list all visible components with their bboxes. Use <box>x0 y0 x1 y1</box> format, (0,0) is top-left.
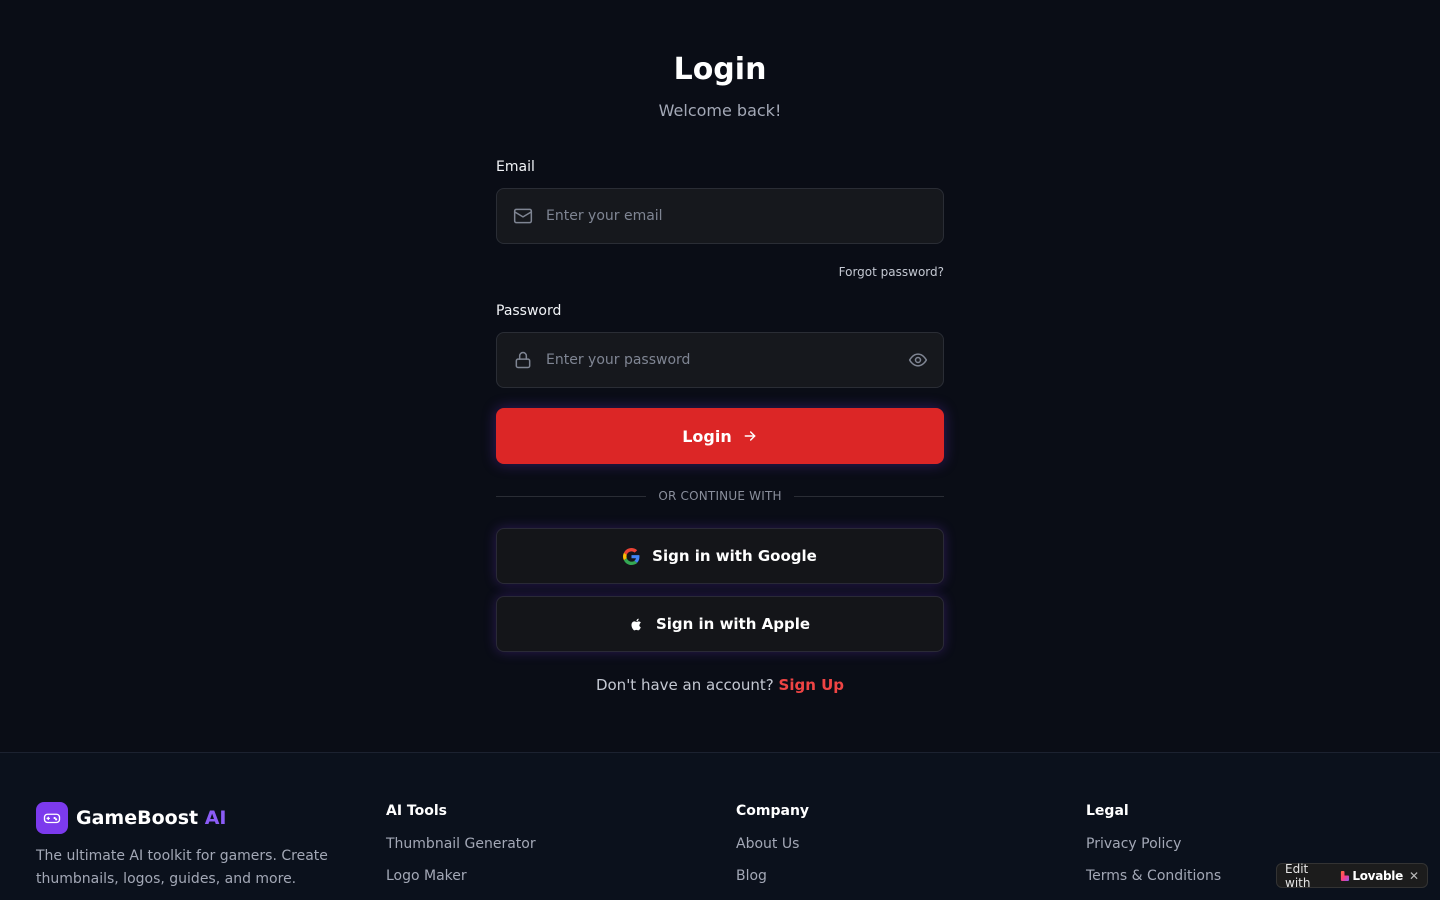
google-signin-label: Sign in with Google <box>652 547 817 565</box>
footer-link-thumbnail-generator[interactable]: Thumbnail Generator <box>386 836 536 868</box>
gamepad-icon <box>36 802 68 834</box>
email-input[interactable] <box>546 189 943 243</box>
page-subtitle: Welcome back! <box>658 101 782 120</box>
email-field[interactable] <box>496 188 944 244</box>
footer-heading: AI Tools <box>386 803 447 819</box>
footer-heading: Company <box>736 803 810 819</box>
arrow-right-icon <box>742 428 758 444</box>
login-button[interactable]: Login <box>496 408 944 464</box>
footer-link-about-us[interactable]: About Us <box>736 836 809 868</box>
signup-prompt: Don't have an account? Sign Up <box>496 676 944 694</box>
lovable-heart-icon <box>1340 870 1350 881</box>
login-page: Login Welcome back! Email Forgot passwor… <box>0 0 1440 900</box>
footer-column-company: Company About Us Blog <box>736 803 809 900</box>
apple-icon <box>630 617 644 632</box>
forgot-password-link[interactable]: Forgot password? <box>839 265 944 279</box>
divider-line <box>793 495 945 497</box>
brand-name-accent: AI <box>204 807 227 829</box>
no-account-text: Don't have an account? <box>595 676 774 694</box>
close-icon[interactable]: ✕ <box>1409 869 1419 883</box>
email-label: Email <box>496 159 535 175</box>
footer-link-terms[interactable]: Terms & Conditions <box>1086 868 1221 900</box>
footer-heading: Legal <box>1086 803 1129 819</box>
eye-icon[interactable] <box>907 349 929 371</box>
brand-name-main: GameBoost <box>76 807 199 829</box>
password-field[interactable] <box>496 332 944 388</box>
divider: OR CONTINUE WITH <box>496 487 945 505</box>
password-input[interactable] <box>546 333 907 387</box>
footer-link-blog[interactable]: Blog <box>736 868 809 900</box>
password-label: Password <box>496 303 562 319</box>
edit-with-lovable-badge[interactable]: Edit with Lovable ✕ <box>1276 861 1428 890</box>
footer-link-logo-maker[interactable]: Logo Maker <box>386 868 536 900</box>
brand-name: GameBoost AI <box>76 807 227 829</box>
lock-icon <box>513 350 533 370</box>
divider-text: OR CONTINUE WITH <box>658 489 782 503</box>
badge-prefix: Edit with <box>1285 861 1311 890</box>
apple-signin-label: Sign in with Apple <box>655 615 811 633</box>
badge-brand-text: Lovable <box>1352 868 1403 883</box>
badge-brand: Lovable <box>1340 869 1403 883</box>
signup-link[interactable]: Sign Up <box>779 676 845 694</box>
footer-link-privacy-policy[interactable]: Privacy Policy <box>1086 836 1221 868</box>
apple-signin-button[interactable]: Sign in with Apple <box>496 596 944 652</box>
mail-icon <box>513 206 533 226</box>
site-footer: GameBoost AI The ultimate AI toolkit for… <box>0 752 1440 900</box>
footer-column-legal: Legal Privacy Policy Terms & Conditions <box>1086 803 1221 900</box>
google-icon <box>623 547 640 565</box>
google-signin-button[interactable]: Sign in with Google <box>496 528 944 584</box>
footer-description: The ultimate AI toolkit for gamers. Crea… <box>36 848 328 887</box>
divider-line <box>496 495 647 497</box>
login-button-label: Login <box>682 426 732 446</box>
page-title: Login <box>673 52 767 87</box>
footer-brand[interactable]: GameBoost AI <box>36 802 227 834</box>
footer-column-ai-tools: AI Tools Thumbnail Generator Logo Maker <box>386 803 536 900</box>
